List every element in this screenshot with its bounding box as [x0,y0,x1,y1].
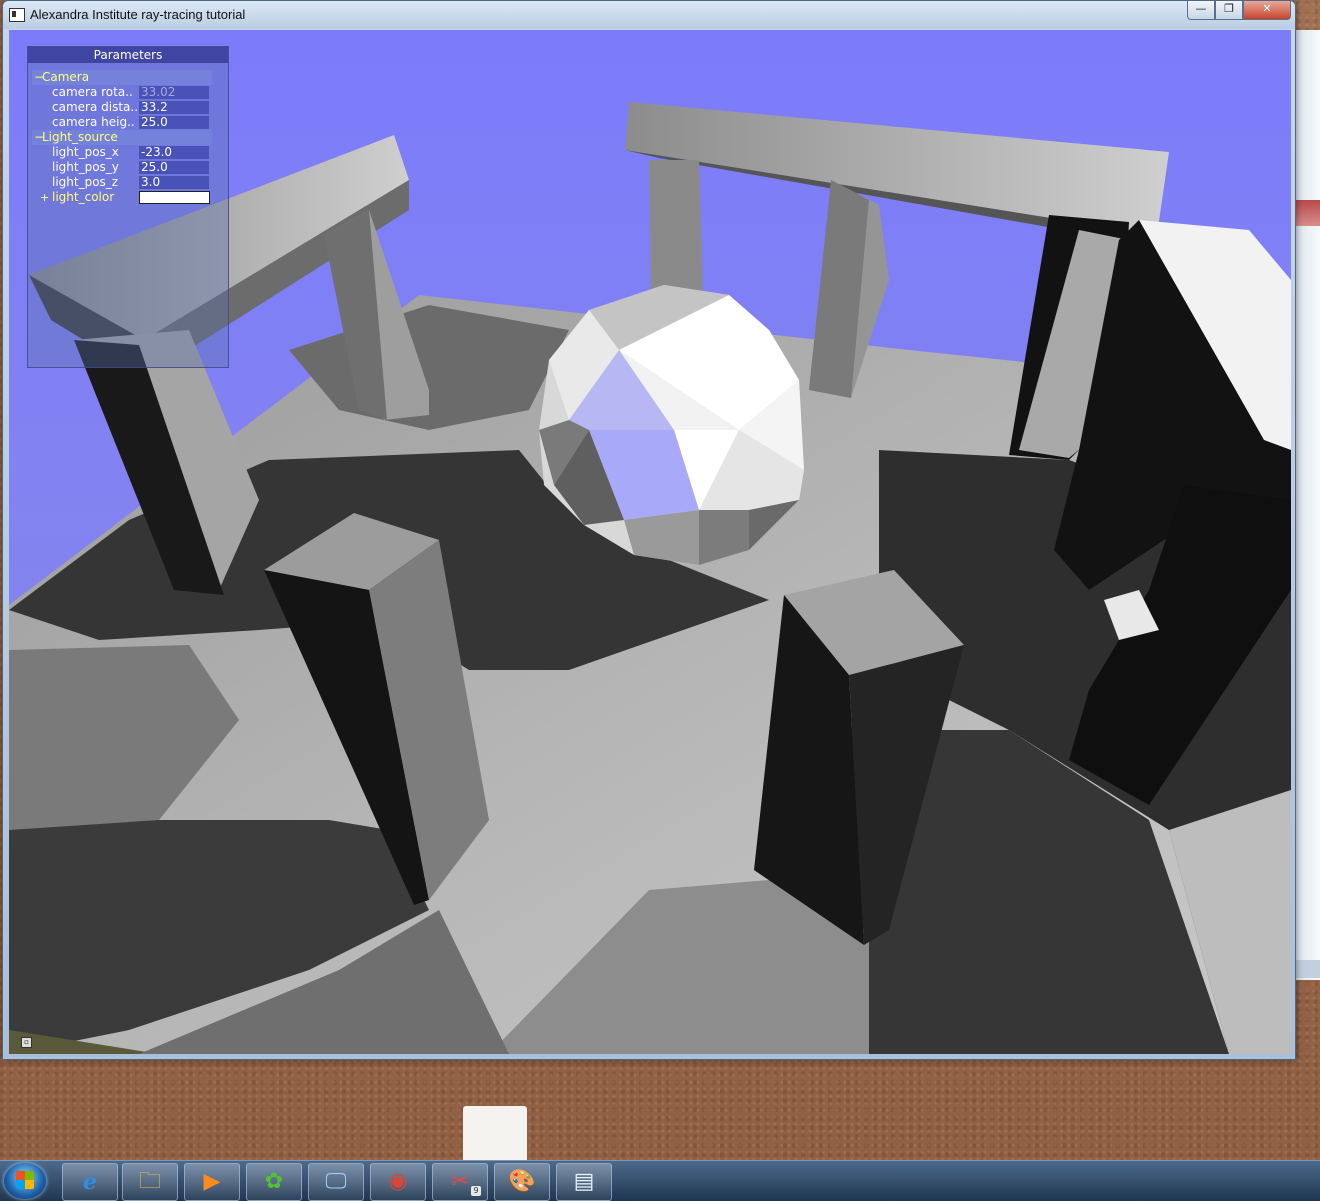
collapse-toggle[interactable]: − [34,70,44,85]
color-swatch[interactable] [139,191,210,204]
param-label: camera dista.. [52,100,139,114]
desktop-object [463,1106,527,1166]
chrome-icon: ◉ [388,1169,408,1194]
param-label: light_pos_y [52,160,119,174]
internet-explorer-icon: e [83,1169,97,1195]
group-label: Light_source [42,130,118,144]
title-bar[interactable]: Alexandra Institute ray-tracing tutorial… [3,1,1295,29]
background-window[interactable] [1294,30,1320,980]
system-monitor-icon: 🖵 [325,1169,347,1194]
taskbar-item-app-window[interactable]: ▤ [556,1163,612,1201]
taskbar-item-paint[interactable]: 🎨 [494,1163,550,1201]
start-button[interactable] [4,1163,46,1199]
param-camera-rotation[interactable]: camera rota.. 33.02 [28,85,228,100]
window-controls: — ❐ ✕ [1187,1,1291,21]
param-camera-height[interactable]: camera heig.. 25.0 [28,115,228,130]
param-label: camera rota.. [52,85,133,99]
minimize-button[interactable]: — [1187,1,1215,20]
paint-icon: 🎨 [508,1169,536,1194]
taskbar-item-explorer[interactable]: 🗀 [122,1163,178,1201]
panel-title[interactable]: Parameters [28,47,228,63]
param-value[interactable]: 25.0 [139,116,209,129]
icq-icon: ✿ [264,1169,284,1194]
windows-logo-icon [16,1171,34,1189]
panel-body: − Camera camera rota.. 33.02 camera dist… [28,63,228,205]
window-count-badge: 9 [471,1186,481,1196]
app-window-icon: ▤ [573,1169,595,1194]
param-light-pos-y[interactable]: light_pos_y 25.0 [28,160,228,175]
app-window: Alexandra Institute ray-tracing tutorial… [2,0,1296,1060]
taskbar-item-chrome[interactable]: ◉ [370,1163,426,1201]
param-light-pos-z[interactable]: light_pos_z 3.0 [28,175,228,190]
taskbar-item-tools[interactable]: ✂ 9 [432,1163,488,1201]
param-value[interactable]: 33.02 [139,86,209,99]
taskbar-item-media[interactable]: ▶ [184,1163,240,1201]
param-label: light_color [52,190,115,204]
group-light-source[interactable]: − Light_source [32,130,212,145]
panel-restore-icon[interactable]: ▫ [21,1037,32,1048]
taskbar: e 🗀 ▶ ✿ 🖵 ◉ ✂ 9 🎨 ▤ [0,1160,1320,1201]
pillar [649,160,703,298]
taskbar-item-icq[interactable]: ✿ [246,1163,302,1201]
param-camera-distance[interactable]: camera dista.. 33.2 [28,100,228,115]
app-icon[interactable] [9,8,25,22]
param-label: light_pos_x [52,145,119,159]
param-light-color[interactable]: + light_color [28,190,228,205]
group-camera[interactable]: − Camera [32,70,212,85]
param-light-pos-x[interactable]: light_pos_x -23.0 [28,145,228,160]
expand-toggle[interactable]: + [40,190,49,205]
param-label: camera heig.. [52,115,135,129]
param-label: light_pos_z [52,175,119,189]
parameters-panel[interactable]: Parameters − Camera camera rota.. 33.02 … [27,46,229,368]
render-viewport[interactable]: Parameters − Camera camera rota.. 33.02 … [9,30,1291,1054]
file-explorer-icon: 🗀 [138,1169,161,1194]
taskbar-item-monitor[interactable]: 🖵 [308,1163,364,1201]
background-window-accent [1295,200,1320,226]
window-title: Alexandra Institute ray-tracing tutorial [30,7,246,22]
param-value[interactable]: -23.0 [139,146,209,159]
group-label: Camera [42,70,90,84]
background-window-bar [1295,960,1320,978]
close-button[interactable]: ✕ [1243,1,1291,20]
maximize-button[interactable]: ❐ [1215,1,1243,20]
param-value[interactable]: 3.0 [139,176,209,189]
param-value[interactable]: 25.0 [139,161,209,174]
param-value[interactable]: 33.2 [139,101,209,114]
collapse-toggle[interactable]: − [34,130,44,145]
media-player-icon: ▶ [203,1169,221,1194]
taskbar-item-ie[interactable]: e [62,1163,118,1201]
